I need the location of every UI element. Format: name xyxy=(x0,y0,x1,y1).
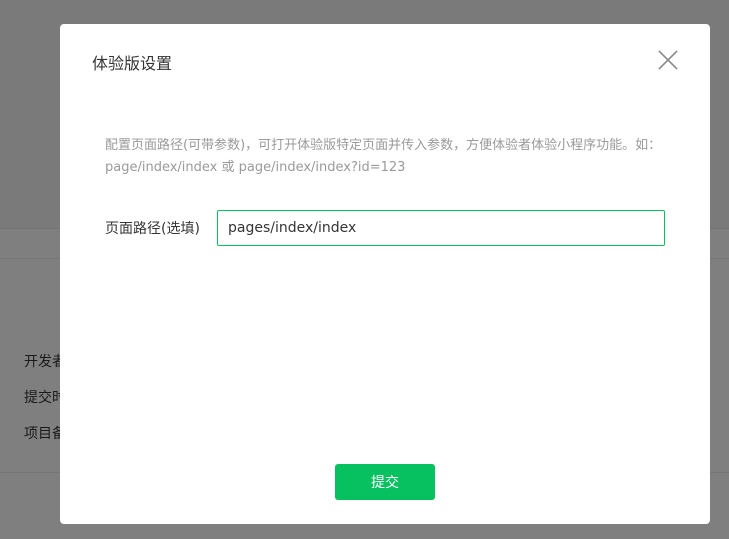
page-path-input[interactable] xyxy=(217,210,665,246)
close-icon xyxy=(658,50,678,70)
experience-settings-dialog: 体验版设置 配置页面路径(可带参数)，可打开体验版特定页面并传入参数，方便体验者… xyxy=(60,24,710,524)
close-button[interactable] xyxy=(656,48,680,72)
submit-button[interactable]: 提交 xyxy=(335,464,435,500)
dialog-description: 配置页面路径(可带参数)，可打开体验版特定页面并传入参数，方便体验者体验小程序功… xyxy=(105,138,662,175)
dialog-title: 体验版设置 xyxy=(92,54,173,73)
path-field-label: 页面路径(选填) xyxy=(105,221,200,237)
